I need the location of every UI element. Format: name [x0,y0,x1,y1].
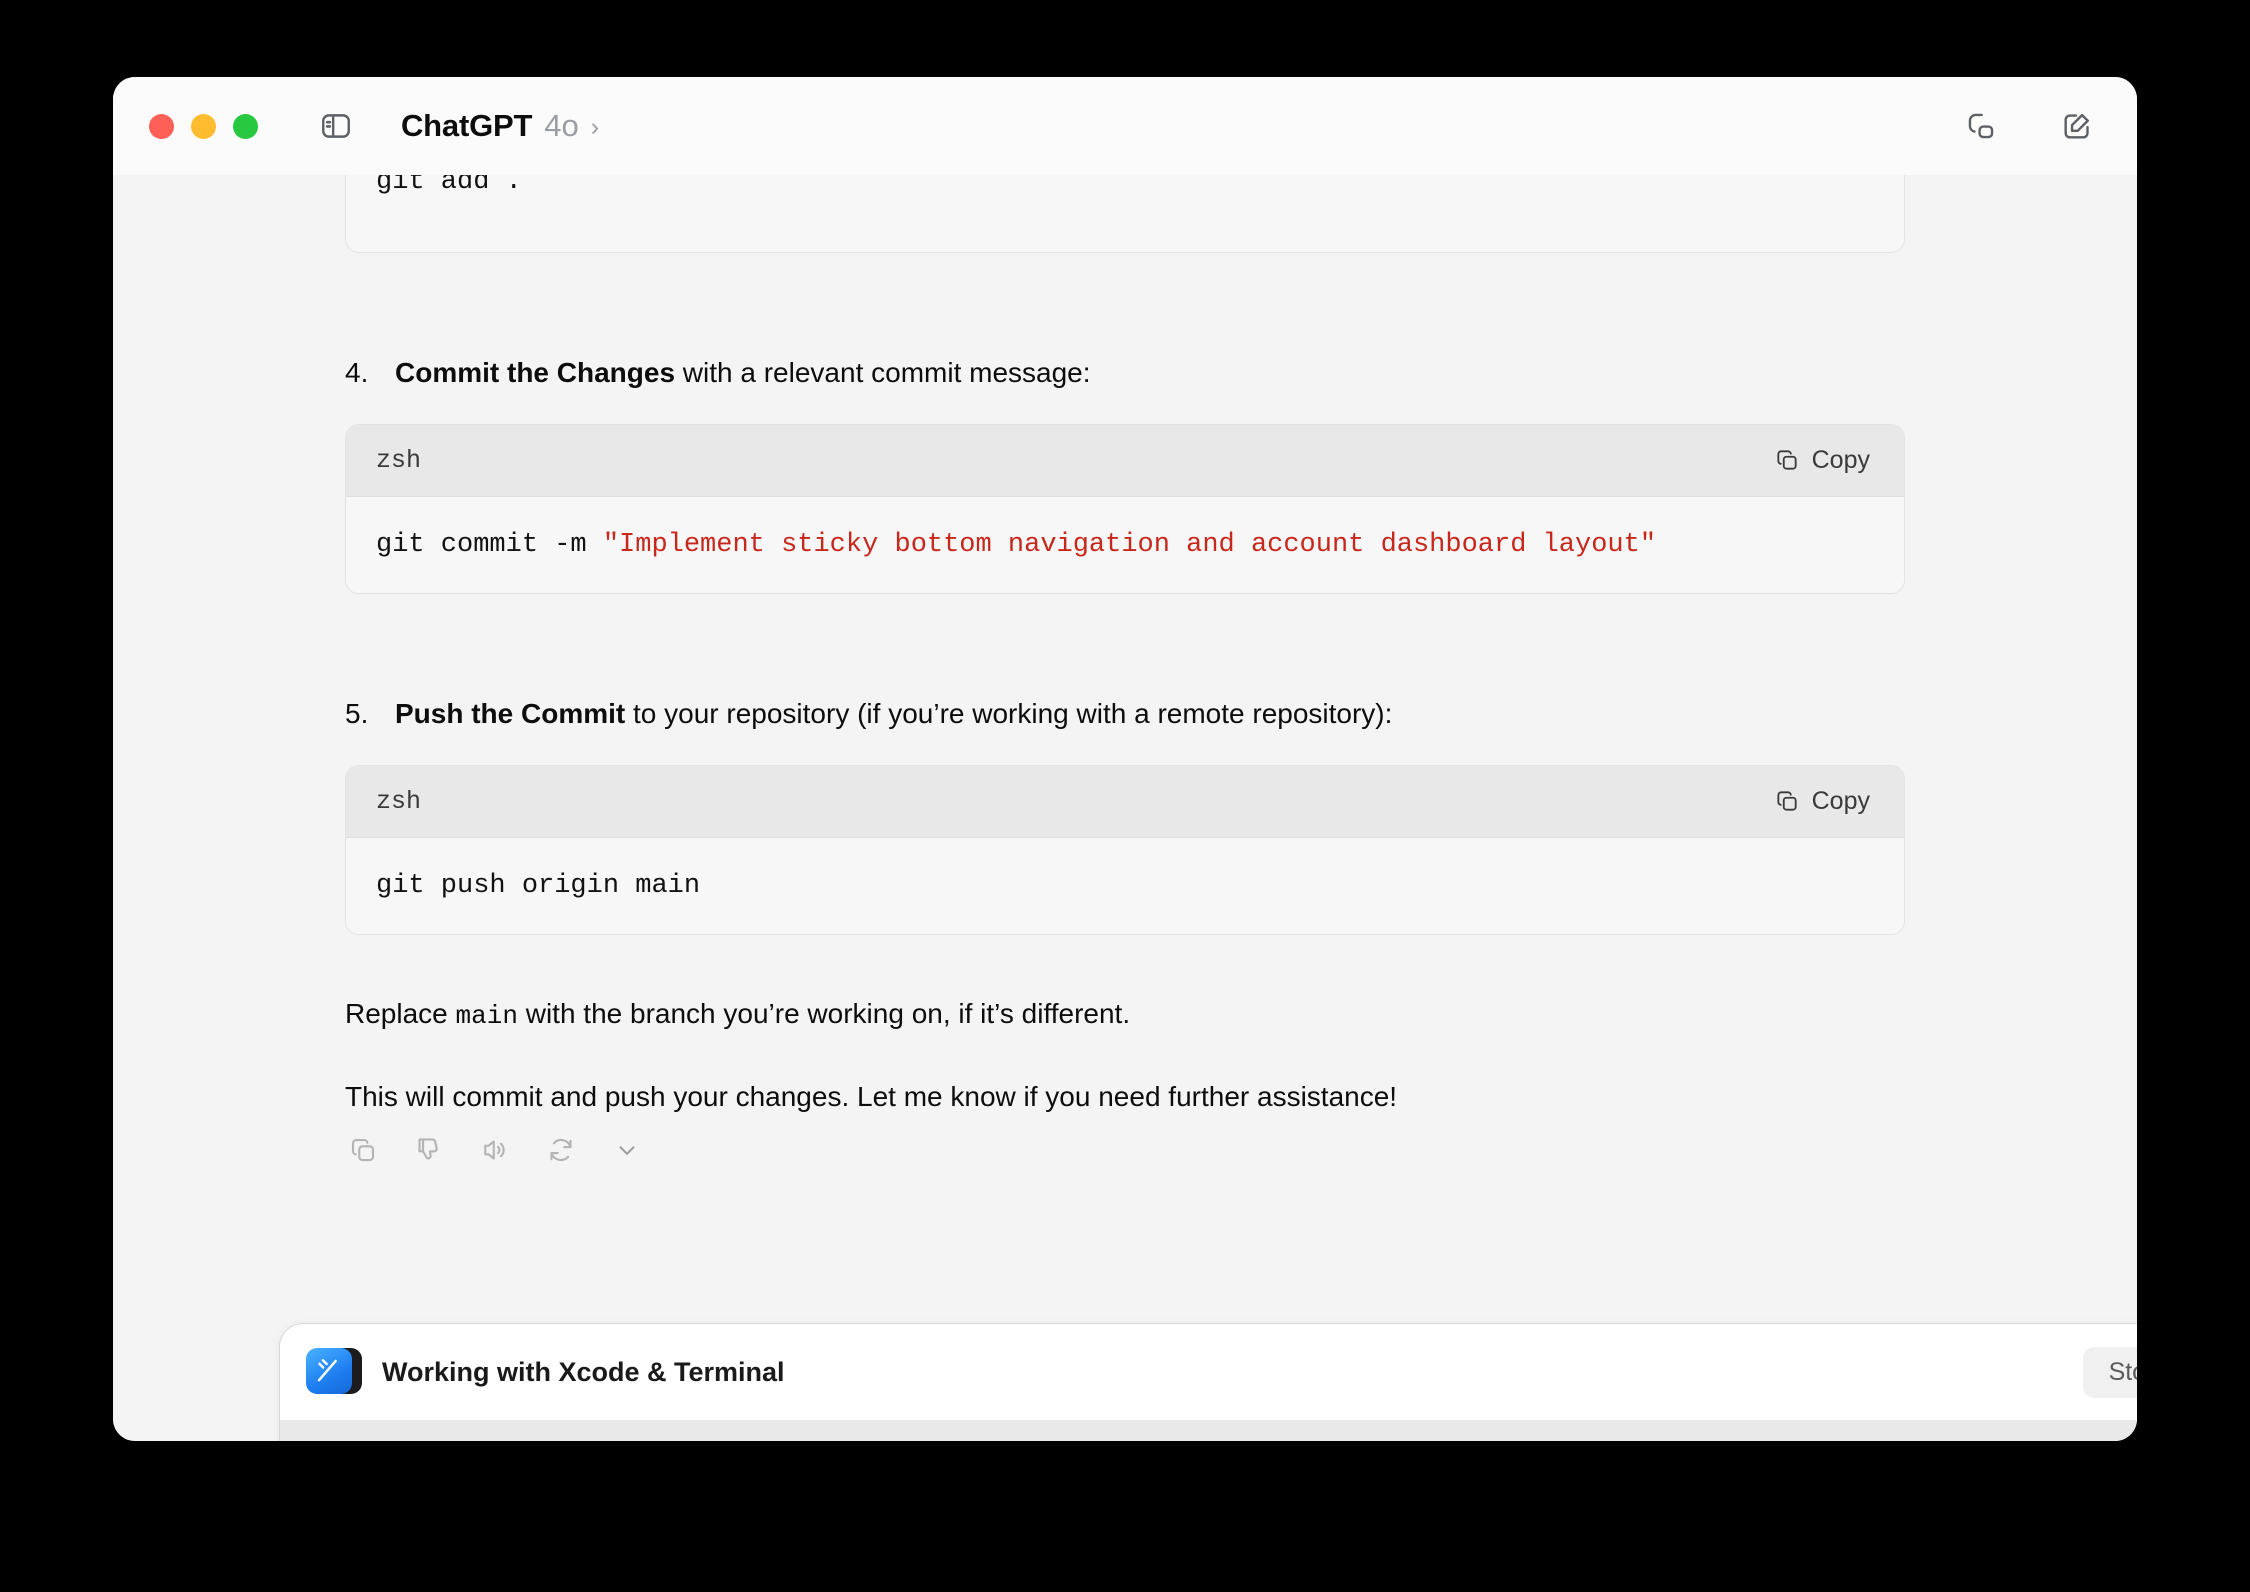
read-aloud-icon[interactable] [477,1132,513,1168]
chevron-down-icon[interactable] [609,1132,645,1168]
attachment-title-label: Working with Xcode & Terminal [382,1356,785,1387]
list-number: 4. [345,357,369,388]
list-item-rest: to your repository (if you’re working wi… [625,698,1393,730]
code-block-partial-git-add: git add . [345,175,1905,253]
copy-icon [1777,791,1797,811]
code-command-prefix: git commit -m [376,529,603,560]
list-item: 5. Push the Commit to your repository (i… [345,694,1905,735]
thumbs-down-icon[interactable] [411,1132,447,1168]
app-name-label: ChatGPT [401,108,533,143]
copy-label: Copy [1811,445,1870,474]
inline-code-main: main [455,1001,518,1032]
code-block-body: git push origin main [346,837,1904,935]
sidebar-toggle-icon[interactable] [316,106,356,146]
traffic-lights [149,113,258,139]
window-titlebar: ChatGPT 4o › [113,77,2137,175]
conversation-scroll-area[interactable]: git add . 4. Commit the Changes with a r… [113,175,2137,1441]
list-number: 5. [345,698,369,730]
minimize-window-button[interactable] [191,113,216,139]
list-text: Push the Commit to your repository (if y… [395,694,1392,735]
code-line: git add . [376,175,522,197]
temporary-chat-icon[interactable] [1959,104,2003,148]
code-language-label: zsh [376,786,422,816]
copy-icon [1777,450,1797,470]
chatgpt-window: ChatGPT 4o › git add . 4. Commit the Cha… [113,77,2137,1441]
code-block-git-push: zsh Copy git push origin main [345,764,1905,936]
message-action-bar [345,1132,1905,1168]
message-input[interactable]: Message ChatGPT [280,1420,2137,1441]
copy-label: Copy [1811,786,1870,815]
list-item-title: Commit the Changes [395,357,676,388]
paragraph-final: This will commit and push your changes. … [345,1081,1398,1113]
paragraph-post: with the branch you’re working on, if it… [517,998,1131,1030]
new-chat-compose-icon[interactable] [2055,104,2099,148]
message-thread: git add . 4. Commit the Changes with a r… [113,175,2137,1168]
window-title-model-switcher[interactable]: ChatGPT 4o › [401,108,599,144]
list-text: Commit the Changes with a relevant commi… [395,353,1091,394]
close-window-button[interactable] [149,113,174,139]
code-block-git-commit: zsh Copy git commit -m "Implement sticky… [345,423,1905,595]
paragraph-pre: Replace [345,998,456,1030]
code-block-header: zsh Copy [346,424,1904,497]
titlebar-actions [1959,104,2099,148]
code-command-string: "Implement sticky bottom navigation and … [602,529,1657,560]
list-item-title: Push the Commit [395,698,626,730]
message-composer: Working with Xcode & Terminal Stop Messa… [279,1323,2137,1441]
code-block-header: zsh Copy [346,765,1904,838]
code-block-body: git commit -m "Implement sticky bottom n… [346,496,1904,594]
xcode-app-icon [306,1345,362,1399]
chevron-right-icon: › [590,113,600,141]
code-language-label: zsh [376,445,422,475]
list-item-rest: with a relevant commit message: [675,357,1091,388]
copy-code-button[interactable]: Copy [1774,446,1870,475]
model-name-label: 4o [544,108,579,143]
paragraph-replace-branch: Replace main with the branch you’re work… [345,993,1905,1036]
list-item: 4. Commit the Changes with a relevant co… [345,353,1905,394]
stop-generating-button[interactable]: Stop [2082,1346,2137,1398]
copy-code-button[interactable]: Copy [1774,787,1870,816]
attachment-bar: Working with Xcode & Terminal Stop [280,1324,2137,1420]
copy-icon[interactable] [345,1132,381,1168]
zoom-window-button[interactable] [233,113,258,139]
regenerate-icon[interactable] [543,1132,579,1168]
code-command-prefix: git push origin main [376,870,701,901]
